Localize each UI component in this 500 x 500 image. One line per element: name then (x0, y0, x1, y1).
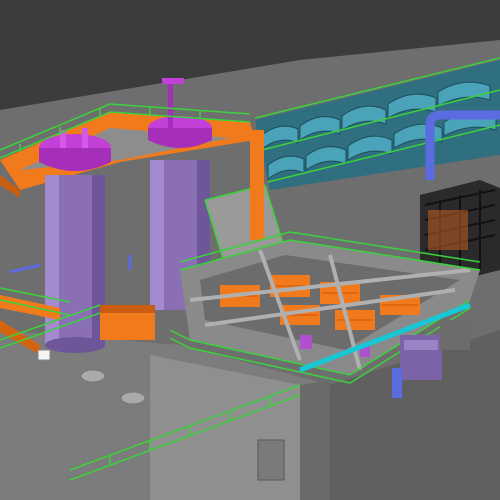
plant-3d-scene (0, 0, 500, 500)
